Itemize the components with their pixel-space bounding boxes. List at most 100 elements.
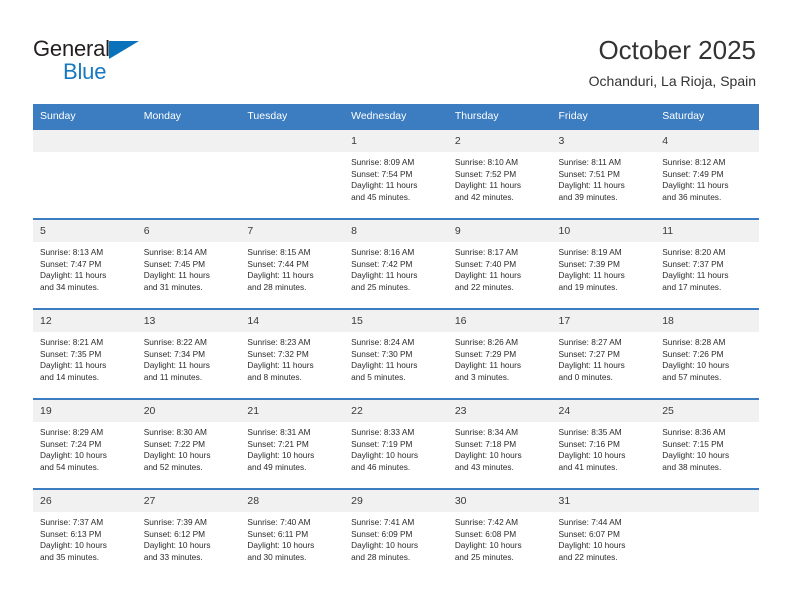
calendar-day-cell[interactable]: 6 Sunrise: 8:14 AM Sunset: 7:45 PM Daylight… <box>136 218 241 309</box>
sunset-text: Sunset: 7:34 PM <box>143 348 206 359</box>
day-cell-inner: 1 Sunrise: 8:09 AM Sunset: 7:54 PM Daylight… <box>344 130 448 218</box>
weekday-header-tuesday: Tuesday <box>240 104 345 129</box>
sunset-text: Sunset: 7:21 PM <box>247 438 309 449</box>
daylight-text-line1: Daylight: 11 hours <box>247 360 314 371</box>
calendar-cell-empty <box>655 488 759 578</box>
day-number: 2 <box>447 130 552 152</box>
calendar-day-cell[interactable]: 16 Sunrise: 8:26 AM Sunset: 7:29 PM Dayligh… <box>447 308 552 399</box>
day-cell-inner: 11 Sunrise: 8:20 AM Sunset: 7:37 PM Dayligh… <box>655 220 759 308</box>
sunset-text: Sunset: 6:08 PM <box>454 528 517 539</box>
sunset-text: Sunset: 6:09 PM <box>351 528 413 539</box>
calendar-day-cell[interactable]: 8 Sunrise: 8:16 AM Sunset: 7:42 PM Daylight… <box>344 218 448 309</box>
calendar-day-cell[interactable]: 17 Sunrise: 8:27 AM Sunset: 7:27 PM Dayligh… <box>551 308 656 399</box>
calendar-day-cell[interactable]: 3 Sunrise: 8:11 AM Sunset: 7:51 PM Daylight… <box>551 128 656 219</box>
day-details: Sunrise: 8:11 AM Sunset: 7:51 PM Daylight:… <box>552 152 656 203</box>
calendar-day-cell[interactable]: 11 Sunrise: 8:20 AM Sunset: 7:37 PM Dayligh… <box>655 218 759 309</box>
calendar-day-cell[interactable]: 10 Sunrise: 8:19 AM Sunset: 7:39 PM Dayligh… <box>551 218 656 309</box>
daylight-text-line1: Daylight: 11 hours <box>40 360 107 371</box>
day-details: Sunrise: 7:44 AM Sunset: 6:07 PM Daylight:… <box>552 512 656 563</box>
day-number: 23 <box>447 400 552 422</box>
sunrise-text: Sunrise: 8:33 AM <box>351 427 415 437</box>
sunset-text: Sunset: 7:52 PM <box>454 168 517 179</box>
sunrise-text: Sunrise: 8:24 AM <box>351 337 415 347</box>
daylight-text-line1: Daylight: 10 hours <box>247 540 315 551</box>
day-cell-inner: 7 Sunrise: 8:15 AM Sunset: 7:44 PM Daylight… <box>240 220 345 308</box>
calendar-day-cell[interactable]: 23 Sunrise: 8:34 AM Sunset: 7:18 PM Dayligh… <box>447 398 552 489</box>
calendar-day-cell[interactable]: 2 Sunrise: 8:10 AM Sunset: 7:52 PM Daylight… <box>447 128 552 219</box>
day-cell-inner: 25 Sunrise: 8:36 AM Sunset: 7:15 PM Dayligh… <box>655 400 759 488</box>
day-number: 28 <box>240 490 345 512</box>
sunset-text: Sunset: 7:44 PM <box>247 258 309 269</box>
day-details: Sunrise: 7:41 AM Sunset: 6:09 PM Daylight:… <box>344 512 448 563</box>
sunset-text: Sunset: 7:42 PM <box>351 258 413 269</box>
daylight-text-line2: and 25 minutes. <box>454 551 514 562</box>
day-number: 4 <box>655 130 759 152</box>
calendar-week-row: 1 Sunrise: 8:09 AM Sunset: 7:54 PM Daylight… <box>33 128 759 219</box>
calendar-day-cell[interactable]: 9 Sunrise: 8:17 AM Sunset: 7:40 PM Daylight… <box>447 218 552 309</box>
day-number: 14 <box>240 310 345 332</box>
daylight-text-line1: Daylight: 11 hours <box>143 270 210 281</box>
daylight-text-line1: Daylight: 10 hours <box>662 450 730 461</box>
daylight-text-line2: and 14 minutes. <box>40 371 100 382</box>
day-cell-inner <box>240 130 345 218</box>
calendar-day-cell[interactable]: 20 Sunrise: 8:30 AM Sunset: 7:22 PM Dayligh… <box>136 398 241 489</box>
calendar-day-cell[interactable]: 29 Sunrise: 7:41 AM Sunset: 6:09 PM Dayligh… <box>344 488 448 578</box>
sunrise-text: Sunrise: 8:34 AM <box>454 427 518 437</box>
calendar-day-cell[interactable]: 30 Sunrise: 7:42 AM Sunset: 6:08 PM Dayligh… <box>447 488 552 578</box>
day-details: Sunrise: 8:09 AM Sunset: 7:54 PM Daylight:… <box>344 152 448 203</box>
calendar-day-cell[interactable]: 13 Sunrise: 8:22 AM Sunset: 7:34 PM Dayligh… <box>136 308 241 399</box>
daylight-text-line1: Daylight: 11 hours <box>40 270 107 281</box>
calendar-day-cell[interactable]: 28 Sunrise: 7:40 AM Sunset: 6:11 PM Dayligh… <box>240 488 345 578</box>
daylight-text-line2: and 28 minutes. <box>247 281 307 292</box>
day-cell-inner: 8 Sunrise: 8:16 AM Sunset: 7:42 PM Daylight… <box>344 220 448 308</box>
day-details: Sunrise: 8:34 AM Sunset: 7:18 PM Daylight:… <box>448 422 552 473</box>
daylight-text-line2: and 25 minutes. <box>351 281 411 292</box>
calendar-day-cell[interactable]: 14 Sunrise: 8:23 AM Sunset: 7:32 PM Dayligh… <box>240 308 345 399</box>
calendar-day-cell[interactable]: 1 Sunrise: 8:09 AM Sunset: 7:54 PM Daylight… <box>344 128 448 219</box>
day-number: 21 <box>240 400 345 422</box>
daylight-text-line2: and 0 minutes. <box>558 371 613 382</box>
calendar-day-cell[interactable]: 7 Sunrise: 8:15 AM Sunset: 7:44 PM Daylight… <box>240 218 345 309</box>
day-cell-inner: 21 Sunrise: 8:31 AM Sunset: 7:21 PM Dayligh… <box>240 400 345 488</box>
calendar-day-cell[interactable]: 18 Sunrise: 8:28 AM Sunset: 7:26 PM Dayligh… <box>655 308 759 399</box>
sunrise-text: Sunrise: 8:17 AM <box>454 247 518 257</box>
calendar-day-cell[interactable]: 21 Sunrise: 8:31 AM Sunset: 7:21 PM Dayligh… <box>240 398 345 489</box>
daylight-text-line1: Daylight: 10 hours <box>351 540 418 551</box>
calendar-day-cell[interactable]: 31 Sunrise: 7:44 AM Sunset: 6:07 PM Dayligh… <box>551 488 656 578</box>
daylight-text-line1: Daylight: 11 hours <box>558 360 625 371</box>
daylight-text-line2: and 8 minutes. <box>247 371 302 382</box>
day-details: Sunrise: 8:22 AM Sunset: 7:34 PM Daylight:… <box>137 332 241 383</box>
sunrise-text: Sunrise: 8:36 AM <box>662 427 726 437</box>
daylight-text-line1: Daylight: 11 hours <box>351 180 418 191</box>
calendar-day-cell[interactable]: 4 Sunrise: 8:12 AM Sunset: 7:49 PM Daylight… <box>655 128 759 219</box>
day-cell-inner: 20 Sunrise: 8:30 AM Sunset: 7:22 PM Dayligh… <box>136 400 241 488</box>
calendar-day-cell[interactable]: 15 Sunrise: 8:24 AM Sunset: 7:30 PM Dayligh… <box>344 308 448 399</box>
calendar-day-cell[interactable]: 5 Sunrise: 8:13 AM Sunset: 7:47 PM Daylight… <box>33 218 137 309</box>
daylight-text-line1: Daylight: 11 hours <box>662 270 729 281</box>
sunset-text: Sunset: 7:35 PM <box>40 348 102 359</box>
day-number <box>33 130 137 152</box>
general-blue-logo[interactable]: General Blue <box>33 36 203 88</box>
calendar-day-cell[interactable]: 22 Sunrise: 8:33 AM Sunset: 7:19 PM Dayligh… <box>344 398 448 489</box>
daylight-text-line2: and 45 minutes. <box>351 191 411 202</box>
sunset-text: Sunset: 7:19 PM <box>351 438 413 449</box>
calendar-day-cell[interactable]: 25 Sunrise: 8:36 AM Sunset: 7:15 PM Dayligh… <box>655 398 759 489</box>
day-cell-inner: 29 Sunrise: 7:41 AM Sunset: 6:09 PM Dayligh… <box>344 490 448 578</box>
calendar-day-cell[interactable]: 24 Sunrise: 8:35 AM Sunset: 7:16 PM Dayligh… <box>551 398 656 489</box>
sunset-text: Sunset: 7:45 PM <box>143 258 206 269</box>
calendar-day-cell[interactable]: 19 Sunrise: 8:29 AM Sunset: 7:24 PM Dayligh… <box>33 398 137 489</box>
daylight-text-line2: and 38 minutes. <box>662 461 722 472</box>
day-cell-inner: 16 Sunrise: 8:26 AM Sunset: 7:29 PM Dayligh… <box>447 310 552 398</box>
sunset-text: Sunset: 6:07 PM <box>558 528 620 539</box>
daylight-text-line1: Daylight: 10 hours <box>247 450 315 461</box>
daylight-text-line2: and 46 minutes. <box>351 461 411 472</box>
sunrise-text: Sunrise: 8:20 AM <box>662 247 726 257</box>
sunset-text: Sunset: 6:12 PM <box>143 528 206 539</box>
sunset-text: Sunset: 6:13 PM <box>40 528 102 539</box>
calendar-day-cell[interactable]: 26 Sunrise: 7:37 AM Sunset: 6:13 PM Dayligh… <box>33 488 137 578</box>
sunrise-text: Sunrise: 8:29 AM <box>40 427 104 437</box>
sunset-text: Sunset: 7:24 PM <box>40 438 102 449</box>
calendar-day-cell[interactable]: 12 Sunrise: 8:21 AM Sunset: 7:35 PM Dayligh… <box>33 308 137 399</box>
calendar-day-cell[interactable]: 27 Sunrise: 7:39 AM Sunset: 6:12 PM Dayligh… <box>136 488 241 578</box>
daylight-text-line2: and 33 minutes. <box>143 551 203 562</box>
